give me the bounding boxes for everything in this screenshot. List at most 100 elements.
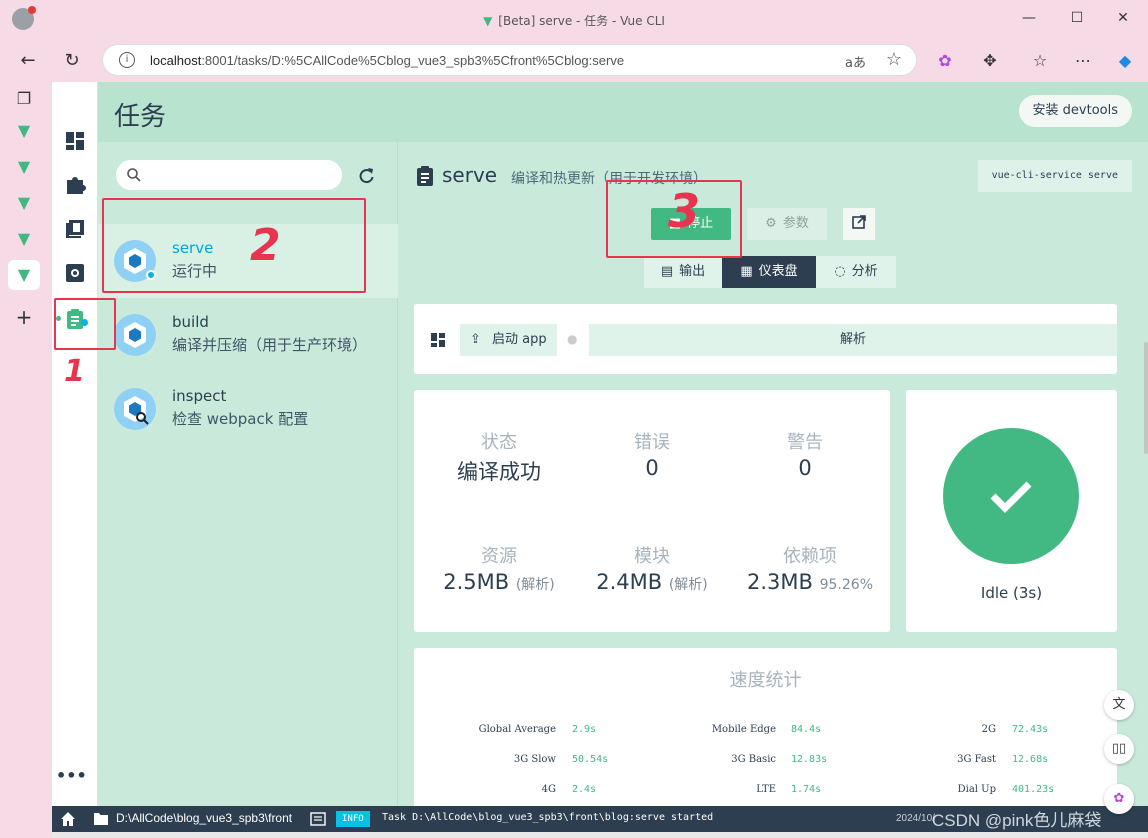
- stat-sub: (解析): [515, 577, 555, 593]
- dashboard-toolbar: ⇪ 启动 app ● 解析: [414, 304, 1117, 374]
- search-input[interactable]: [148, 166, 333, 181]
- speed-label: Global Average: [478, 724, 556, 735]
- build-stats-card: 状态 编译成功 错误 0 警告 0 资源 2.5MB (解析) 模块 2.4MB (解析)…: [414, 390, 890, 632]
- task-description: 编译并压缩（用于生产环境）: [172, 336, 368, 354]
- tab-output-label: 输出: [679, 264, 706, 279]
- stat-label: 资源: [481, 546, 517, 567]
- speed-value: 1.74s: [791, 784, 822, 795]
- task-command: vue-cli-service serve: [977, 160, 1132, 192]
- success-check-icon: [943, 428, 1079, 564]
- params-button[interactable]: ⚙ 参数: [747, 208, 827, 240]
- speed-label: 2G: [981, 724, 996, 735]
- params-label: 参数: [782, 216, 809, 231]
- task-description: 检查 webpack 配置: [172, 410, 309, 428]
- task-search-box[interactable]: [116, 160, 342, 190]
- url-path: :8001/tasks/D:%5CAllCode%5Cblog_vue3_spb…: [201, 53, 625, 68]
- tab-vue-active[interactable]: ▼: [8, 260, 40, 290]
- favorite-star-icon[interactable]: ☆: [886, 49, 902, 70]
- window-title-text: [Beta] serve - 任务 - Vue CLI: [498, 14, 665, 28]
- stat-assets: 资源 2.5MB (解析): [424, 542, 574, 594]
- gear-icon: ⚙: [765, 216, 777, 231]
- speed-value: 2.9s: [572, 724, 597, 735]
- home-icon[interactable]: [60, 811, 76, 827]
- open-external-button[interactable]: [843, 208, 875, 240]
- project-path[interactable]: D:\AllCode\blog_vue3_spb3\front: [116, 811, 292, 825]
- tab-vue-3[interactable]: ▼: [8, 188, 40, 218]
- vertical-tabs: ❐ ▼ ▼ ▼ ▼ ▼ +: [0, 82, 52, 838]
- more-menu-icon[interactable]: ⋯: [1072, 50, 1094, 72]
- minimize-button[interactable]: —: [1017, 10, 1041, 26]
- new-tab-plus-icon[interactable]: +: [8, 302, 40, 332]
- back-button[interactable]: ←: [14, 48, 42, 74]
- dependencies-icon[interactable]: [64, 218, 86, 240]
- address-bar[interactable]: i localhost:8001/tasks/D:%5CAllCode%5Cbl…: [102, 44, 917, 76]
- donut-chart-icon: ◌: [834, 264, 846, 279]
- copilot-extension-icon[interactable]: ✿: [934, 50, 956, 72]
- dashboard-icon[interactable]: [64, 130, 86, 152]
- translate-icon[interactable]: 文: [1104, 690, 1134, 720]
- edge-copilot-icon[interactable]: ◆: [1114, 50, 1136, 72]
- stat-label: 模块: [634, 546, 670, 567]
- tab-vue-2[interactable]: ▼: [8, 152, 40, 182]
- tab-actions-icon[interactable]: ❐: [8, 84, 40, 114]
- annotation-number-2: 2: [250, 220, 281, 271]
- install-devtools-button[interactable]: 安装 devtools: [1018, 95, 1132, 127]
- favorites-list-icon[interactable]: ☆: [1029, 50, 1051, 72]
- annotation-number-1: 1: [64, 354, 85, 389]
- tab-dashboard[interactable]: ▦ 仪表盘: [722, 256, 816, 288]
- read-aloud-icon[interactable]: aあ: [845, 52, 866, 71]
- stat-label: 依赖项: [783, 546, 837, 567]
- start-app-button[interactable]: ⇪ 启动 app: [460, 324, 557, 356]
- search-icon: [127, 168, 141, 182]
- more-options-icon[interactable]: •••: [56, 766, 87, 785]
- start-app-label: 启动 app: [492, 332, 547, 347]
- site-info-icon[interactable]: i: [119, 52, 135, 68]
- close-button[interactable]: ✕: [1111, 10, 1135, 26]
- scrollbar[interactable]: [1144, 342, 1148, 454]
- copilot-floating-icon[interactable]: ✿: [1104, 784, 1134, 814]
- reading-view-icon[interactable]: ▯▯: [1104, 734, 1134, 764]
- task-item-build[interactable]: build 编译并压缩（用于生产环境）: [98, 298, 398, 372]
- plugins-puzzle-icon[interactable]: [64, 174, 86, 196]
- stat-value: 编译成功: [457, 460, 541, 484]
- annotation-box-2: [102, 198, 366, 293]
- refresh-icon[interactable]: [356, 166, 376, 186]
- open-external-icon: [852, 215, 866, 229]
- speed-label: 3G Fast: [957, 754, 996, 765]
- analyze-button[interactable]: 解析: [589, 324, 1117, 356]
- stat-dependencies: 依赖项 2.3MB 95.26%: [730, 542, 890, 594]
- tab-analyze-label: 分析: [851, 264, 878, 279]
- webpack-inspect-icon: [114, 388, 156, 430]
- reload-button[interactable]: ↻: [58, 48, 86, 74]
- tab-vue-4[interactable]: ▼: [8, 224, 40, 254]
- page-title: 任务: [114, 102, 167, 132]
- task-item-inspect[interactable]: inspect 检查 webpack 配置: [98, 372, 398, 446]
- speed-label: 3G Slow: [513, 754, 556, 765]
- stat-modules: 模块 2.4MB (解析): [577, 542, 727, 594]
- browser-titlebar: ▼ [Beta] serve - 任务 - Vue CLI — ☐ ✕: [0, 0, 1148, 40]
- stat-sub: (解析): [668, 577, 708, 593]
- log-timestamp: 2024/10/: [896, 813, 935, 824]
- speed-value: 2.4s: [572, 784, 597, 795]
- speed-value: 84.4s: [791, 724, 822, 735]
- maximize-button[interactable]: ☐: [1065, 10, 1089, 26]
- stat-value: 0: [798, 456, 812, 480]
- speed-label: 4G: [541, 784, 556, 795]
- url-text: localhost:8001/tasks/D:%5CAllCode%5Cblog…: [150, 53, 624, 68]
- console-icon[interactable]: [310, 811, 326, 827]
- launch-icon: ⇪: [470, 332, 481, 347]
- stat-value: 0: [645, 456, 659, 480]
- widgets-icon[interactable]: [430, 332, 446, 348]
- extensions-puzzle-icon[interactable]: ✥: [979, 50, 1001, 72]
- configuration-gear-icon[interactable]: [64, 262, 86, 284]
- speed-label: Dial Up: [957, 784, 996, 795]
- tab-vue-1[interactable]: ▼: [8, 116, 40, 146]
- tab-analyze[interactable]: ◌ 分析: [816, 256, 896, 288]
- stat-label: 错误: [634, 432, 670, 453]
- last-log-message[interactable]: Task D:\AllCode\blog_vue3_spb3\front\blo…: [382, 812, 713, 823]
- csdn-watermark: CSDN @pink色儿麻袋: [932, 811, 1102, 830]
- speed-value: 72.43s: [1012, 724, 1049, 735]
- stat-value: 2.4MB: [596, 570, 663, 594]
- tab-output[interactable]: ▤ 输出: [644, 256, 722, 288]
- separator-dot: ●: [567, 332, 578, 346]
